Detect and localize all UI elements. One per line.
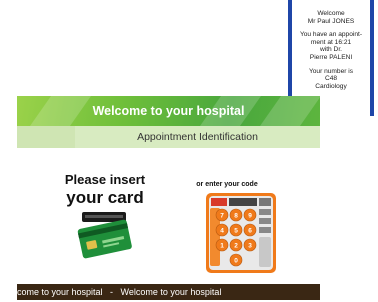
scrolling-ticker: come to your hospital - Welcome to your … bbox=[17, 284, 320, 300]
keypad-key-8[interactable]: 8 bbox=[229, 208, 243, 222]
ticket-number-label: Your number is bbox=[308, 67, 354, 75]
keypad-key-2[interactable]: 2 bbox=[229, 238, 243, 252]
svg-text:0: 0 bbox=[234, 258, 238, 265]
svg-text:4: 4 bbox=[220, 228, 224, 235]
keypad-key-1[interactable]: 1 bbox=[215, 238, 229, 252]
svg-text:2: 2 bbox=[234, 243, 238, 250]
ticket-appointment-line: You have an appoint- bbox=[299, 31, 363, 39]
ticket-patient-name: Mr Paul JONES bbox=[307, 17, 355, 25]
keypad-key-6[interactable]: 6 bbox=[243, 223, 257, 237]
insert-card-line1: Please insert bbox=[64, 172, 146, 187]
keypad-key-4[interactable]: 4 bbox=[215, 223, 229, 237]
ticket-welcome: Welcome bbox=[317, 10, 345, 17]
banner-title: Welcome to your hospital bbox=[92, 104, 245, 118]
keypad-key-3[interactable]: 3 bbox=[243, 238, 257, 252]
svg-text:1: 1 bbox=[220, 243, 224, 250]
svg-text:8: 8 bbox=[234, 213, 238, 220]
svg-text:7: 7 bbox=[220, 213, 224, 220]
svg-text:3: 3 bbox=[248, 243, 252, 250]
keypad-key-9[interactable]: 9 bbox=[243, 208, 257, 222]
svg-text:9: 9 bbox=[248, 213, 252, 220]
ticket-appointment-time: ment at 16:21 bbox=[310, 38, 352, 46]
ticket-doctor-name: Pierre PALENI bbox=[309, 53, 353, 61]
svg-text:6: 6 bbox=[248, 228, 252, 235]
insert-card-line2: your card bbox=[66, 188, 144, 207]
keypad-key-0[interactable]: 0 bbox=[229, 253, 243, 267]
ticket-department: Cardiology bbox=[315, 82, 347, 90]
banner-subtitle: Appointment Identification bbox=[75, 126, 320, 148]
keypad-key-5[interactable]: 5 bbox=[229, 223, 243, 237]
keypad-key-7[interactable]: 7 bbox=[215, 208, 229, 222]
code-keypad[interactable]: 7 8 9 4 5 6 1 2 3 0 bbox=[206, 193, 276, 273]
ticket-number: C48 bbox=[324, 75, 338, 83]
ticket-doctor-prefix: with Dr. bbox=[320, 46, 342, 54]
insert-card-prompt: Please insert your card bbox=[40, 172, 170, 208]
enter-code-label: or enter your code bbox=[196, 181, 258, 188]
welcome-banner: Welcome to your hospital Appointment Ide… bbox=[17, 96, 320, 154]
svg-text:5: 5 bbox=[234, 228, 238, 235]
card-reader-icon[interactable] bbox=[76, 210, 134, 260]
